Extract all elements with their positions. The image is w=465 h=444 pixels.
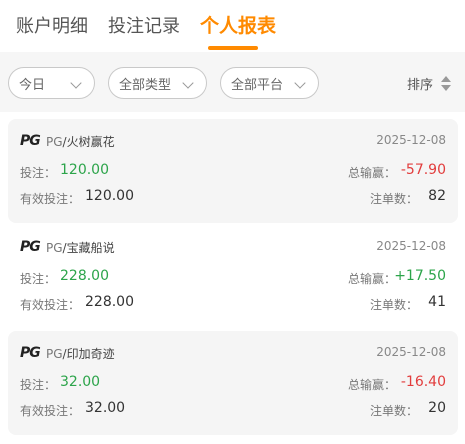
platform-filter-label: 全部平台 [231, 78, 284, 93]
bet-label: 投注： [20, 272, 57, 286]
win-loss-label: 总输赢： [347, 378, 396, 392]
chevron-down-icon [70, 77, 82, 89]
record-date: 2025-12-08 [376, 133, 446, 147]
filter-bar: 今日 全部类型 全部平台 排序 [0, 52, 465, 112]
bet-value: 32.00 [60, 374, 101, 390]
bet-label: 投注： [20, 166, 57, 180]
win-loss-value: +17.50 [394, 268, 446, 284]
tab-personal-report[interactable]: 个人报表 [200, 11, 276, 38]
chevron-down-icon [294, 77, 306, 89]
valid-bet-label: 有效投注： [20, 192, 81, 206]
top-tabs: 账户明细 投注记录 个人报表 [0, 0, 465, 52]
report-card[interactable]: PG PG/宝藏船说 2025-12-08 投注： 228.00 总输赢： +1… [8, 225, 458, 329]
record-date: 2025-12-08 [376, 239, 446, 253]
platform-filter-dropdown[interactable]: 全部平台 [220, 67, 319, 99]
game-title: PG/印加奇迹 [46, 347, 115, 361]
order-count-label: 注单数： [369, 298, 418, 312]
date-filter-label: 今日 [19, 78, 46, 93]
sort-icon [441, 76, 451, 92]
order-count-value: 41 [428, 294, 446, 310]
bet-value: 120.00 [60, 162, 109, 178]
chevron-down-icon [182, 77, 194, 89]
pg-logo-icon: PG [20, 345, 41, 361]
tab-bet-records[interactable]: 投注记录 [108, 12, 180, 38]
valid-bet-label: 有效投注： [20, 298, 81, 312]
bet-label: 投注： [20, 378, 57, 392]
win-loss-value: -57.90 [400, 162, 446, 178]
bet-value: 228.00 [60, 268, 109, 284]
report-card[interactable]: PG PG/印加奇迹 2025-12-08 投注： 32.00 总输赢： -16… [8, 331, 458, 435]
record-date: 2025-12-08 [376, 345, 446, 359]
valid-bet-value: 228.00 [85, 294, 134, 310]
tab-account-details[interactable]: 账户明细 [16, 12, 88, 38]
order-count-label: 注单数： [369, 404, 418, 418]
date-filter-dropdown[interactable]: 今日 [8, 67, 95, 99]
report-card[interactable]: PG PG/火树赢花 2025-12-08 投注： 120.00 总输赢： -5… [8, 119, 458, 223]
type-filter-dropdown[interactable]: 全部类型 [108, 67, 207, 99]
game-title: PG/宝藏船说 [46, 241, 115, 255]
win-loss-value: -16.40 [400, 374, 446, 390]
order-count-value: 20 [428, 400, 446, 416]
active-tab-indicator [208, 46, 258, 50]
win-loss-label: 总输赢： [347, 272, 396, 286]
order-count-label: 注单数： [369, 192, 418, 206]
pg-logo-icon: PG [20, 239, 41, 255]
sort-label: 排序 [406, 78, 433, 93]
valid-bet-value: 32.00 [85, 400, 126, 416]
win-loss-label: 总输赢： [347, 166, 396, 180]
valid-bet-value: 120.00 [85, 188, 134, 204]
type-filter-label: 全部类型 [119, 78, 172, 93]
valid-bet-label: 有效投注： [20, 404, 81, 418]
pg-logo-icon: PG [20, 133, 41, 149]
game-title: PG/火树赢花 [46, 135, 115, 149]
order-count-value: 82 [428, 188, 446, 204]
